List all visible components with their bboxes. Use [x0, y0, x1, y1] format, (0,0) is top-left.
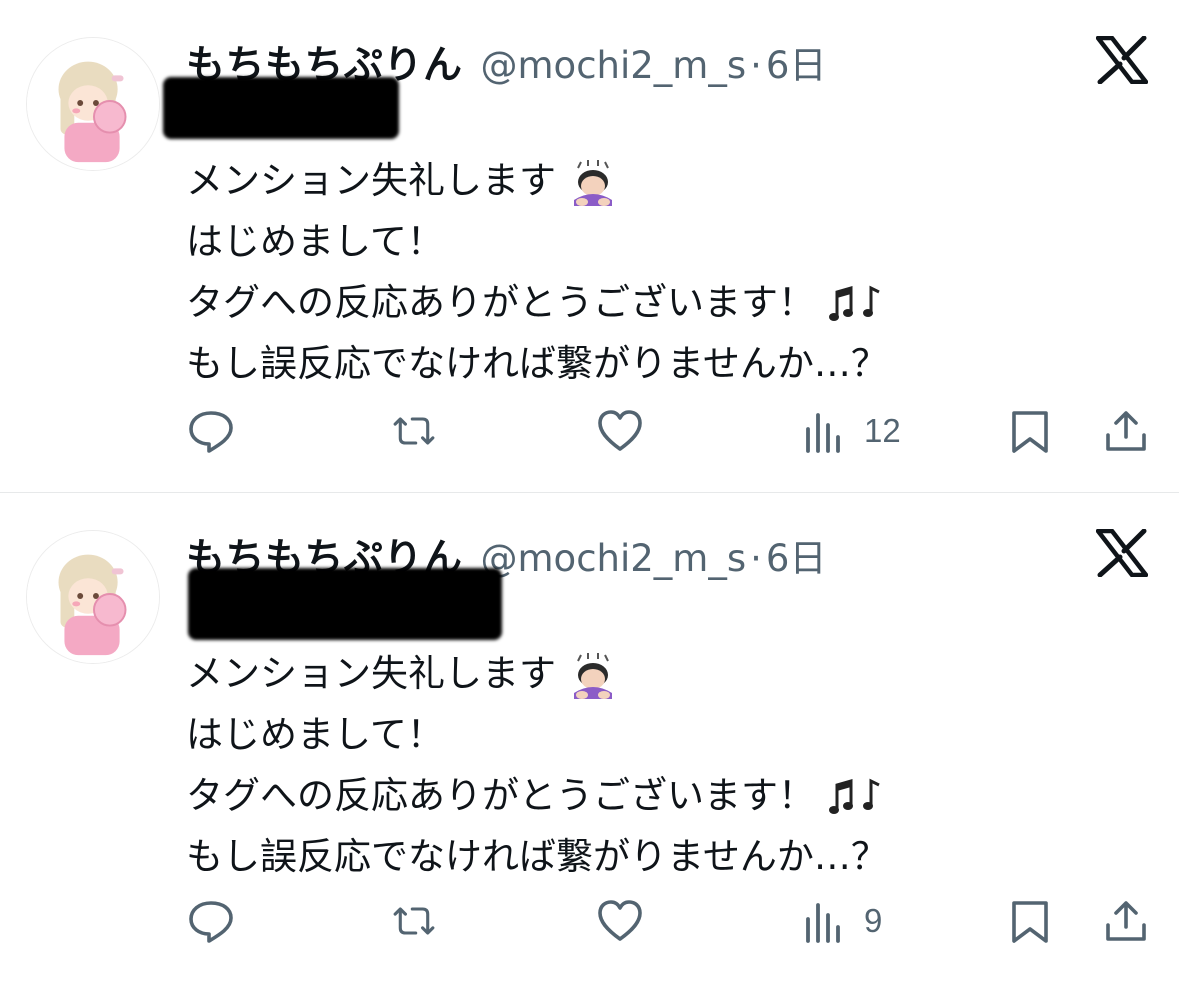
redacted-mention — [163, 77, 399, 139]
line-text: メンション失礼します — [186, 159, 556, 202]
avatar-illustration — [27, 38, 159, 170]
bookmark-button[interactable] — [1006, 403, 1054, 458]
tweet[interactable]: もちもちぷりん @mochi2_m_s · 6日 メンション失礼します はじめま… — [0, 0, 1179, 492]
view-count: 9 — [864, 901, 883, 939]
bookmark-button[interactable] — [1006, 893, 1054, 948]
separator-dot: · — [750, 44, 762, 87]
tweet-text-line: メンション失礼します — [186, 643, 888, 704]
line-text: メンション失礼します — [186, 652, 556, 695]
timestamp[interactable]: 6日 — [766, 35, 827, 89]
heart-icon — [598, 899, 642, 941]
reply-button[interactable] — [187, 403, 235, 458]
share-icon — [1106, 900, 1146, 941]
views-button[interactable]: 12 — [800, 403, 901, 458]
views-chart-icon — [806, 412, 840, 453]
timeline: もちもちぷりん @mochi2_m_s · 6日 メンション失礼します はじめま… — [0, 0, 1179, 987]
share-button[interactable] — [1102, 403, 1150, 458]
retweet-icon — [393, 906, 435, 935]
tweet-text-line: メンション失礼します — [186, 150, 888, 211]
action-bar: 12 — [0, 403, 1179, 458]
tweet-text-line: はじめまして！ — [186, 713, 444, 756]
tweet-text: メンション失礼します はじめまして！ タグへの反応ありがとうございます！ もし誤… — [186, 643, 888, 887]
heart-icon — [598, 409, 642, 451]
person-bowing-emoji — [573, 652, 612, 699]
retweet-button[interactable] — [390, 403, 438, 458]
x-logo-icon — [1096, 36, 1148, 84]
like-button[interactable] — [596, 403, 644, 458]
action-bar: 9 — [0, 893, 1179, 948]
tweet-text: メンション失礼します はじめまして！ タグへの反応ありがとうございます！ もし誤… — [186, 150, 888, 394]
x-logo-icon — [1096, 529, 1148, 577]
avatar[interactable] — [26, 37, 160, 171]
share-icon — [1106, 410, 1146, 451]
author-handle[interactable]: @mochi2_m_s — [481, 537, 747, 580]
line-text: タグへの反応ありがとうございます！ — [186, 281, 815, 324]
share-button[interactable] — [1102, 893, 1150, 948]
tweet[interactable]: もちもちぷりん @mochi2_m_s · 6日 メンション失礼します はじめま… — [0, 493, 1179, 985]
retweet-icon — [393, 416, 435, 445]
timestamp[interactable]: 6日 — [766, 528, 827, 582]
tweet-text-line: はじめまして！ — [186, 220, 444, 263]
reply-icon — [189, 410, 233, 453]
musical-notes-emoji — [828, 285, 880, 321]
tweet-text-line: もし誤反応でなければ繋がりませんか…？ — [186, 342, 888, 385]
musical-notes-emoji — [828, 778, 880, 814]
retweet-button[interactable] — [390, 893, 438, 948]
line-text: タグへの反応ありがとうございます！ — [186, 774, 815, 817]
avatar-illustration — [27, 531, 159, 663]
views-button[interactable]: 9 — [800, 893, 882, 948]
bookmark-icon — [1012, 410, 1048, 453]
reply-button[interactable] — [187, 893, 235, 948]
tweet-text-line: もし誤反応でなければ繋がりませんか…？ — [186, 835, 888, 878]
views-chart-icon — [806, 902, 840, 943]
bookmark-icon — [1012, 900, 1048, 943]
tweet-text-line: タグへの反応ありがとうございます！ — [186, 272, 888, 333]
author-handle[interactable]: @mochi2_m_s — [481, 44, 747, 87]
like-button[interactable] — [596, 893, 644, 948]
tweet-text-line: タグへの反応ありがとうございます！ — [186, 765, 888, 826]
redacted-mention — [188, 568, 502, 640]
avatar[interactable] — [26, 530, 160, 664]
separator-dot: · — [750, 537, 762, 580]
view-count: 12 — [864, 411, 901, 449]
reply-icon — [189, 900, 233, 943]
person-bowing-emoji — [573, 159, 612, 206]
